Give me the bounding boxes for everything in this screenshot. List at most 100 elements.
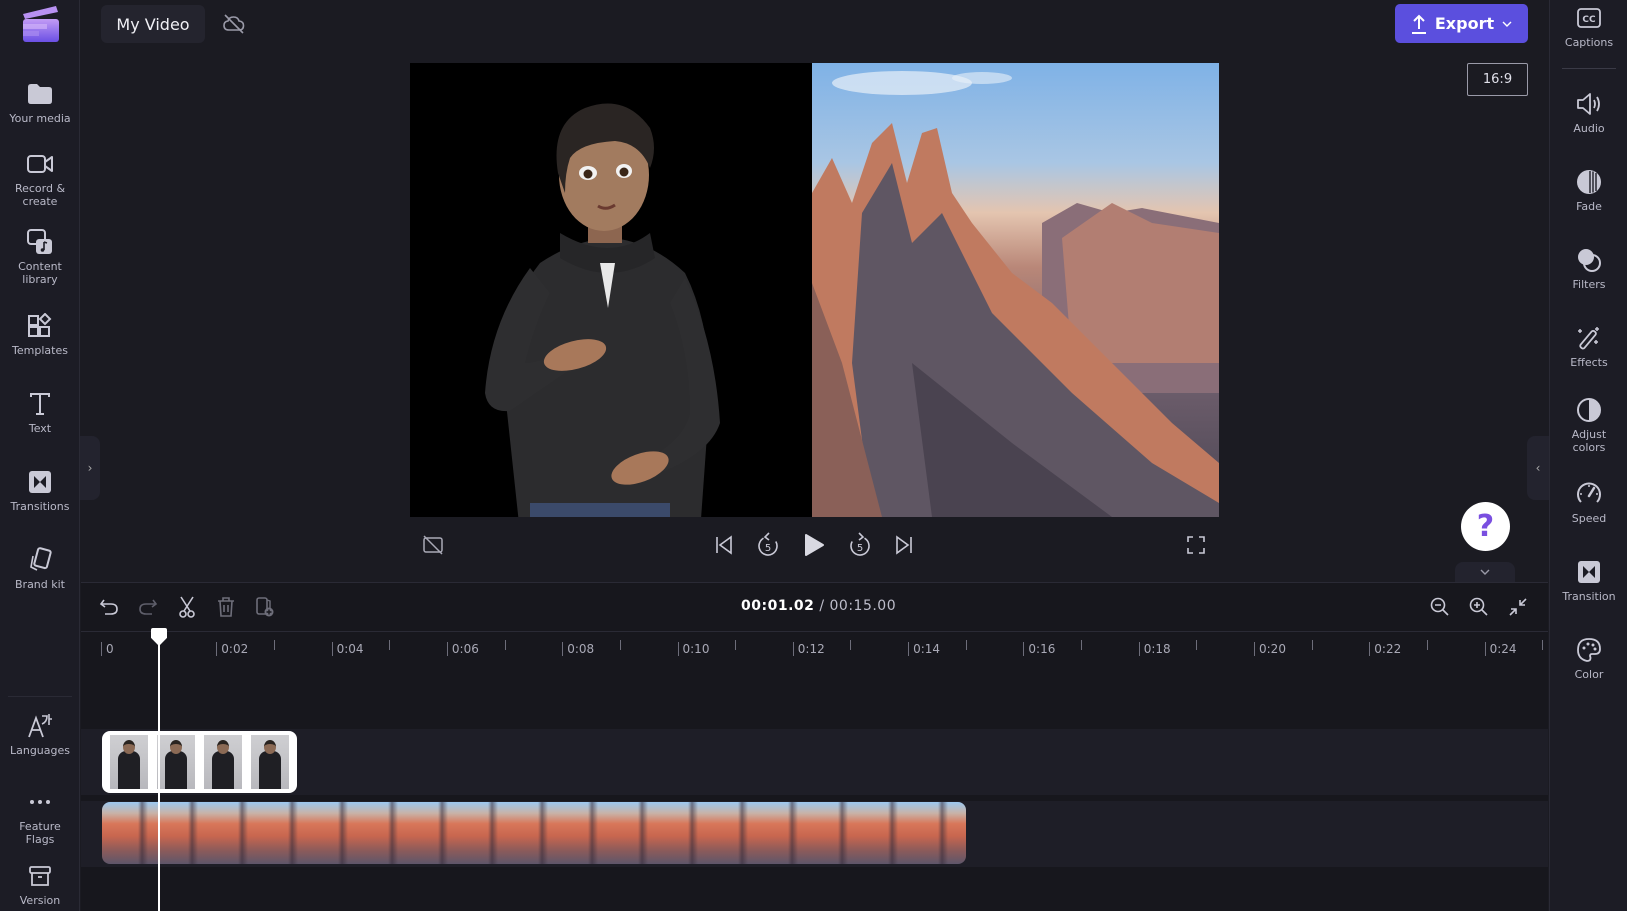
svg-text:CC: CC <box>1582 15 1596 25</box>
forward-5-button[interactable]: 5 <box>847 532 873 558</box>
ruler-tick-label: 0:24 <box>1484 642 1517 656</box>
redo-icon <box>138 597 158 617</box>
sidebar-item-text[interactable]: Text <box>0 390 80 435</box>
sidebar-item-label: Feature Flags <box>19 820 61 846</box>
zoom-out-button[interactable] <box>1428 595 1452 619</box>
zoom-in-icon <box>1469 597 1489 617</box>
add-to-media-button[interactable] <box>253 595 277 619</box>
languages-icon <box>26 712 54 740</box>
mountain-video-pane <box>812 63 1219 517</box>
avatar-figure <box>485 103 720 517</box>
sidebar-item-record-create[interactable]: Record & create <box>0 150 80 208</box>
mountain-clip[interactable] <box>102 802 966 864</box>
ruler-tick-label: 0:06 <box>446 642 479 656</box>
right-item-label: Audio <box>1573 122 1605 135</box>
ruler-minor-tick <box>1311 640 1313 650</box>
split-button[interactable] <box>175 595 199 619</box>
archive-icon <box>26 862 54 890</box>
right-item-adjust-colors[interactable]: Adjust colors <box>1550 396 1627 454</box>
avatar-clip[interactable] <box>102 731 297 793</box>
expand-left-panel-button[interactable]: › <box>80 436 100 500</box>
undo-button[interactable] <box>97 595 121 619</box>
mountain-scene <box>812 71 1219 517</box>
svg-text:5: 5 <box>765 543 771 554</box>
captions-icon: CC <box>1575 4 1603 32</box>
sidebar-divider <box>8 696 72 697</box>
help-collapse-button[interactable] <box>1455 562 1515 582</box>
ruler-tick-label: 0:10 <box>677 642 709 656</box>
timeline-toolbar: 00:01.02 / 00:15.00 <box>81 583 1548 631</box>
sidebar-item-brand-kit[interactable]: Brand kit <box>0 546 80 591</box>
right-item-label: Adjust colors <box>1571 428 1607 454</box>
clip-thumbnail <box>157 735 196 789</box>
templates-icon <box>26 312 54 340</box>
expand-right-panel-button[interactable]: ‹ <box>1527 436 1549 500</box>
sidebar-item-version[interactable]: Version <box>0 862 80 907</box>
delete-button[interactable] <box>214 595 238 619</box>
speaker-icon <box>1575 90 1603 118</box>
zoom-in-button[interactable] <box>1467 595 1491 619</box>
sidebar-item-feature-flags[interactable]: Feature Flags <box>0 788 80 846</box>
sidebar-item-your-media[interactable]: Your media <box>0 80 80 125</box>
clip-thumbnail <box>203 735 242 789</box>
export-button[interactable]: Export <box>1395 4 1528 43</box>
timecode: 00:01.02 / 00:15.00 <box>741 598 896 614</box>
sidebar-item-templates[interactable]: Templates <box>0 312 80 357</box>
right-item-transition[interactable]: Transition <box>1550 558 1627 603</box>
rewind-5-button[interactable]: 5 <box>755 532 781 558</box>
sidebar-item-label: Your media <box>9 112 71 125</box>
ruler-tick-label: 0:02 <box>216 642 248 656</box>
play-icon <box>803 533 825 557</box>
sidebar-item-content-library[interactable]: Content library <box>0 228 80 286</box>
right-item-effects[interactable]: Effects <box>1550 324 1627 369</box>
filters-icon <box>1575 246 1603 274</box>
clip-thumbnail <box>250 735 289 789</box>
video-preview[interactable] <box>410 63 1219 517</box>
export-label: Export <box>1434 14 1495 33</box>
ruler-tick-label: 0:04 <box>331 642 364 656</box>
skip-to-end-button[interactable] <box>891 532 917 558</box>
camera-icon <box>26 150 54 178</box>
redo-button[interactable] <box>136 595 160 619</box>
right-item-label: Captions <box>1564 36 1614 49</box>
aspect-ratio-button[interactable]: 16:9 <box>1467 63 1528 96</box>
cloud-off-icon[interactable] <box>222 12 246 36</box>
fullscreen-icon <box>1186 535 1206 555</box>
ruler-minor-tick <box>619 640 621 650</box>
folder-icon <box>26 80 54 108</box>
sidebar-item-label: Content library <box>18 260 62 286</box>
skip-to-end-icon <box>894 535 914 555</box>
sidebar-item-transitions[interactable]: Transitions <box>0 468 80 513</box>
project-title[interactable]: My Video <box>101 5 205 43</box>
forward-icon: 5 <box>848 532 872 558</box>
right-item-filters[interactable]: Filters <box>1550 246 1627 291</box>
fit-to-screen-button[interactable] <box>1506 595 1530 619</box>
ruler-tick-label: 0:14 <box>908 642 940 656</box>
captions-off-button[interactable] <box>420 532 446 558</box>
help-button[interactable]: ? <box>1461 502 1510 551</box>
right-item-label: Speed <box>1571 512 1607 525</box>
sidebar-item-label: Record & create <box>14 182 66 208</box>
clipchamp-editor: Your media Record & create Content libra… <box>0 0 1627 911</box>
play-button[interactable] <box>801 532 827 558</box>
time-separator: / <box>814 598 830 614</box>
playhead-line[interactable] <box>158 630 160 911</box>
total-time: 00:15.00 <box>829 598 897 614</box>
app-logo[interactable] <box>20 4 62 44</box>
ruler-tick-label: 0:20 <box>1254 642 1286 656</box>
right-item-fade[interactable]: Fade <box>1550 168 1627 213</box>
sidebar-item-label: Templates <box>12 344 68 357</box>
sidebar-item-label: Languages <box>9 744 71 757</box>
fade-icon <box>1575 168 1603 196</box>
right-item-speed[interactable]: Speed <box>1550 480 1627 525</box>
fullscreen-button[interactable] <box>1183 532 1209 558</box>
right-divider <box>1562 68 1616 69</box>
skip-to-start-button[interactable] <box>711 532 737 558</box>
right-item-color[interactable]: Color <box>1550 636 1627 681</box>
sidebar-item-languages[interactable]: Languages <box>0 712 80 757</box>
timeline-ruler[interactable]: 0 0:02 0:04 0:06 0:08 0:10 0:12 0:14 0:16 0:18 0:2… <box>81 631 1548 661</box>
left-sidebar: Your media Record & create Content libra… <box>0 0 80 911</box>
right-item-captions[interactable]: CC Captions <box>1550 4 1627 49</box>
chevron-down-icon <box>1479 568 1491 576</box>
right-item-audio[interactable]: Audio <box>1550 90 1627 135</box>
